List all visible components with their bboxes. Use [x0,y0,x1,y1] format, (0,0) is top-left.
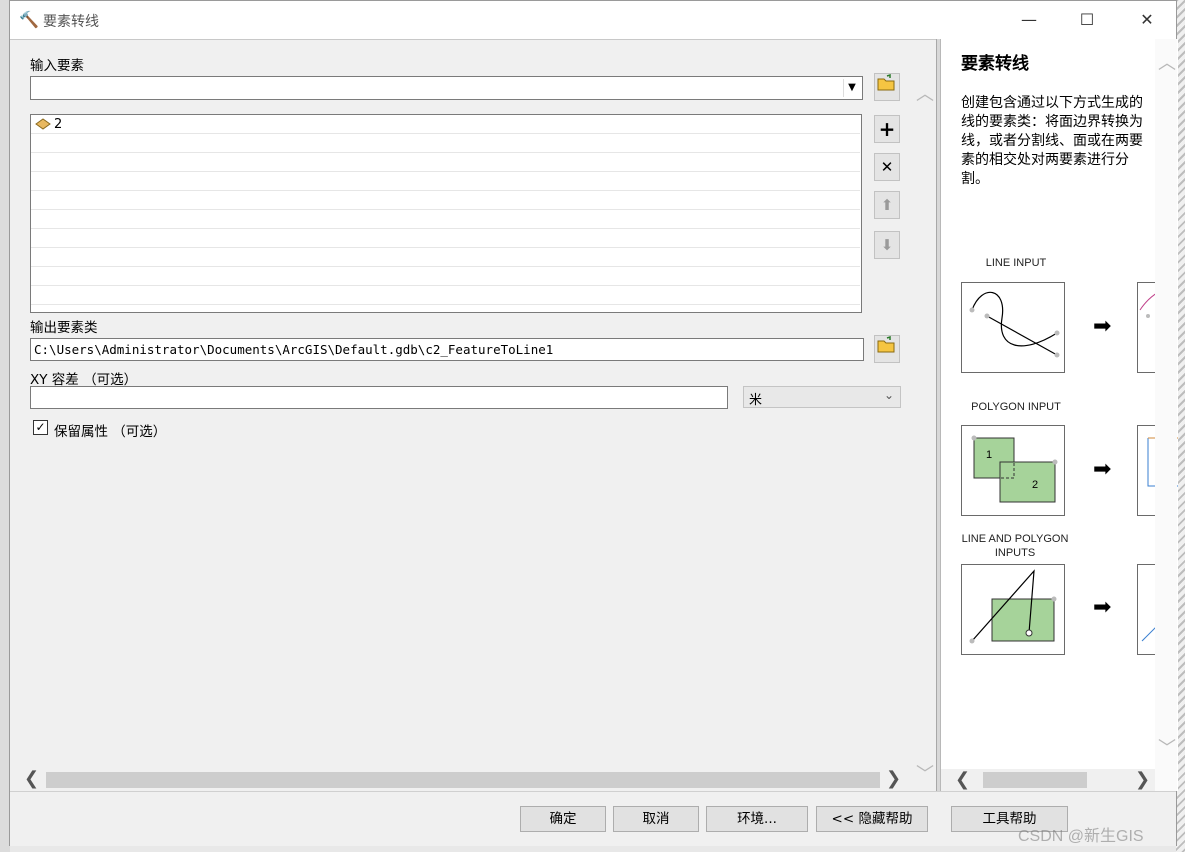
chevron-down-icon[interactable]: ﹀ [916,760,934,786]
help-horizontal-scrollbar[interactable]: ❮ ❯ [941,769,1155,791]
hammer-icon: 🔨 [19,10,39,29]
window-title: 要素转线 [43,14,99,30]
list-item [31,267,860,286]
unit-select[interactable]: 米 ⌄ [743,386,901,408]
button-bar: 确定 取消 环境... << 隐藏帮助 工具帮助 [10,791,1176,846]
polygon-label-2: 2 [1032,479,1038,491]
polygon-label-1: 1 [986,449,992,461]
remove-item-button[interactable]: ✕ [874,153,900,181]
arrow-right-icon: ➡ [1093,314,1112,339]
arrow-right-icon: ➡ [1093,457,1112,482]
help-pane: 要素转线 创建包含通过以下方式生成的线的要素类：将面边界转换为线，或者分割线、面… [940,39,1178,791]
chevron-left-icon[interactable]: ❮ [24,768,39,789]
list-item [31,191,860,210]
line-polygon-input-diagram [961,564,1065,655]
diagram-label-line-polygon-inputs: LINE AND POLYGON INPUTS [961,533,1069,559]
folder-icon [877,335,895,353]
chevron-down-icon: ⌄ [883,388,894,402]
chevron-down-icon[interactable]: ﹀ [1158,734,1176,760]
cancel-button[interactable]: 取消 [613,806,699,832]
arrow-up-icon: ⬆ [880,196,894,214]
polygon-input-diagram: 1 2 [961,425,1065,516]
help-description: 创建包含通过以下方式生成的线的要素类：将面边界转换为线，或者分割线、面或在两要素… [961,95,1143,187]
scrollbar-thumb[interactable] [46,772,880,788]
close-button[interactable]: ✕ [1118,1,1176,39]
minimize-button[interactable]: — [1000,1,1058,39]
chevron-up-icon[interactable]: ︿ [1158,49,1176,75]
input-features-list[interactable]: 2 [30,114,862,313]
vertical-scrollbar[interactable]: ︿ ﹀ [914,80,934,785]
plus-icon: + [878,117,896,141]
output-label: 输出要素类 [30,320,98,336]
environments-button[interactable]: 环境... [706,806,808,832]
maximize-button[interactable]: ☐ [1058,1,1116,39]
watermark: CSDN @新生GIS [1018,828,1144,845]
checkmark-icon: ✓ [35,420,46,434]
close-icon: ✕ [880,158,894,176]
diagram-label-line-input: LINE INPUT [985,257,1047,269]
input-features-label: 输入要素 [30,58,84,74]
preserve-attributes-checkbox[interactable]: ✓ [33,420,48,435]
list-item [31,210,860,229]
chevron-left-icon[interactable]: ❮ [955,769,970,790]
folder-icon [877,73,895,91]
input-features-dropdown[interactable]: ▼ [30,76,863,100]
feature-to-line-dialog: 🔨 要素转线 — ☐ ✕ 输入要素 ▼ 2 + ✕ ⬆ ⬇ 输出要素类 C:\U… [9,0,1178,846]
list-item [31,229,860,248]
line-input-diagram [961,282,1065,373]
help-title: 要素转线 [961,54,1029,74]
move-down-button[interactable]: ⬇ [874,231,900,259]
hide-help-button[interactable]: << 隐藏帮助 [816,806,928,832]
list-item [31,134,860,153]
move-up-button[interactable]: ⬆ [874,191,900,219]
ok-button[interactable]: 确定 [520,806,606,832]
browse-input-button[interactable] [874,73,900,101]
scrollbar-thumb[interactable] [983,772,1087,788]
arrow-down-icon: ⬇ [880,236,894,254]
preserve-attributes-label: 保留属性 （可选） [54,424,167,440]
output-feature-class-input[interactable]: C:\Users\Administrator\Documents\ArcGIS\… [30,338,864,361]
list-item-label: 2 [54,117,63,132]
horizontal-scrollbar[interactable]: ❮ ❯ [24,768,902,790]
arrow-right-icon: ➡ [1093,595,1112,620]
help-vertical-scrollbar[interactable]: ︿ ﹀ [1155,39,1177,791]
dropdown-arrow-icon[interactable]: ▼ [843,79,860,97]
chevron-right-icon[interactable]: ❯ [1135,769,1150,790]
chevron-up-icon[interactable]: ︿ [916,80,934,106]
list-item [31,153,860,172]
list-item [31,286,860,305]
xy-tolerance-label: XY 容差 （可选） [30,372,138,388]
add-item-button[interactable]: + [874,115,900,143]
browse-output-button[interactable] [874,335,900,363]
xy-tolerance-input[interactable] [30,386,728,409]
title-bar: 🔨 要素转线 — ☐ ✕ [10,1,1176,39]
list-item [31,248,860,267]
polygon-layer-icon [35,117,51,131]
list-item[interactable]: 2 [31,115,860,134]
list-item [31,172,860,191]
chevron-right-icon[interactable]: ❯ [886,768,901,789]
parameters-pane: 输入要素 ▼ 2 + ✕ ⬆ ⬇ 输出要素类 C:\Users\Administ… [10,39,936,791]
diagram-label-polygon-input: POLYGON INPUT [971,401,1061,413]
